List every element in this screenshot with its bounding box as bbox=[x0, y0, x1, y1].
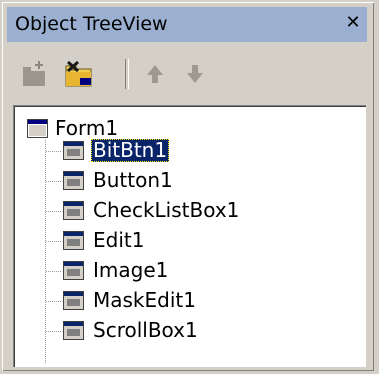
delete-item-icon bbox=[65, 60, 92, 87]
tree-node-label: CheckListBox1 bbox=[93, 198, 240, 222]
tree-connector bbox=[45, 140, 46, 363]
move-down-icon bbox=[187, 65, 203, 83]
form-icon bbox=[27, 119, 48, 138]
new-item-button[interactable] bbox=[17, 57, 53, 91]
tree-node-label: Image1 bbox=[93, 258, 169, 282]
component-icon bbox=[63, 141, 84, 160]
component-icon bbox=[63, 291, 84, 310]
window-title: Object TreeView bbox=[15, 13, 168, 35]
close-button[interactable]: ✕ bbox=[343, 13, 363, 33]
component-icon bbox=[63, 201, 84, 220]
tree-node-label: Edit1 bbox=[93, 228, 145, 252]
new-item-icon bbox=[23, 61, 45, 86]
tree-node-label: Form1 bbox=[55, 116, 119, 140]
tree-node-label: BitBtn1 bbox=[91, 138, 170, 162]
move-up-icon bbox=[147, 65, 163, 83]
delete-item-button[interactable] bbox=[61, 57, 97, 91]
component-icon bbox=[63, 321, 84, 340]
component-icon bbox=[63, 171, 84, 190]
object-treeview-window: Object TreeView ✕ Form1 BitBtn1 Button1 … bbox=[2, 2, 374, 371]
object-tree[interactable]: Form1 BitBtn1 Button1 CheckListBox1 Edit… bbox=[13, 105, 366, 367]
move-down-button[interactable] bbox=[177, 57, 213, 91]
toolbar-separator bbox=[125, 59, 129, 89]
component-icon bbox=[63, 231, 84, 250]
tree-node-label: MaskEdit1 bbox=[93, 288, 196, 312]
tree-node-label: Button1 bbox=[93, 168, 173, 192]
component-icon bbox=[63, 261, 84, 280]
toolbar bbox=[7, 51, 367, 97]
title-bar[interactable]: Object TreeView ✕ bbox=[7, 7, 367, 42]
move-up-button[interactable] bbox=[137, 57, 173, 91]
tree-node-label: ScrollBox1 bbox=[93, 318, 198, 342]
